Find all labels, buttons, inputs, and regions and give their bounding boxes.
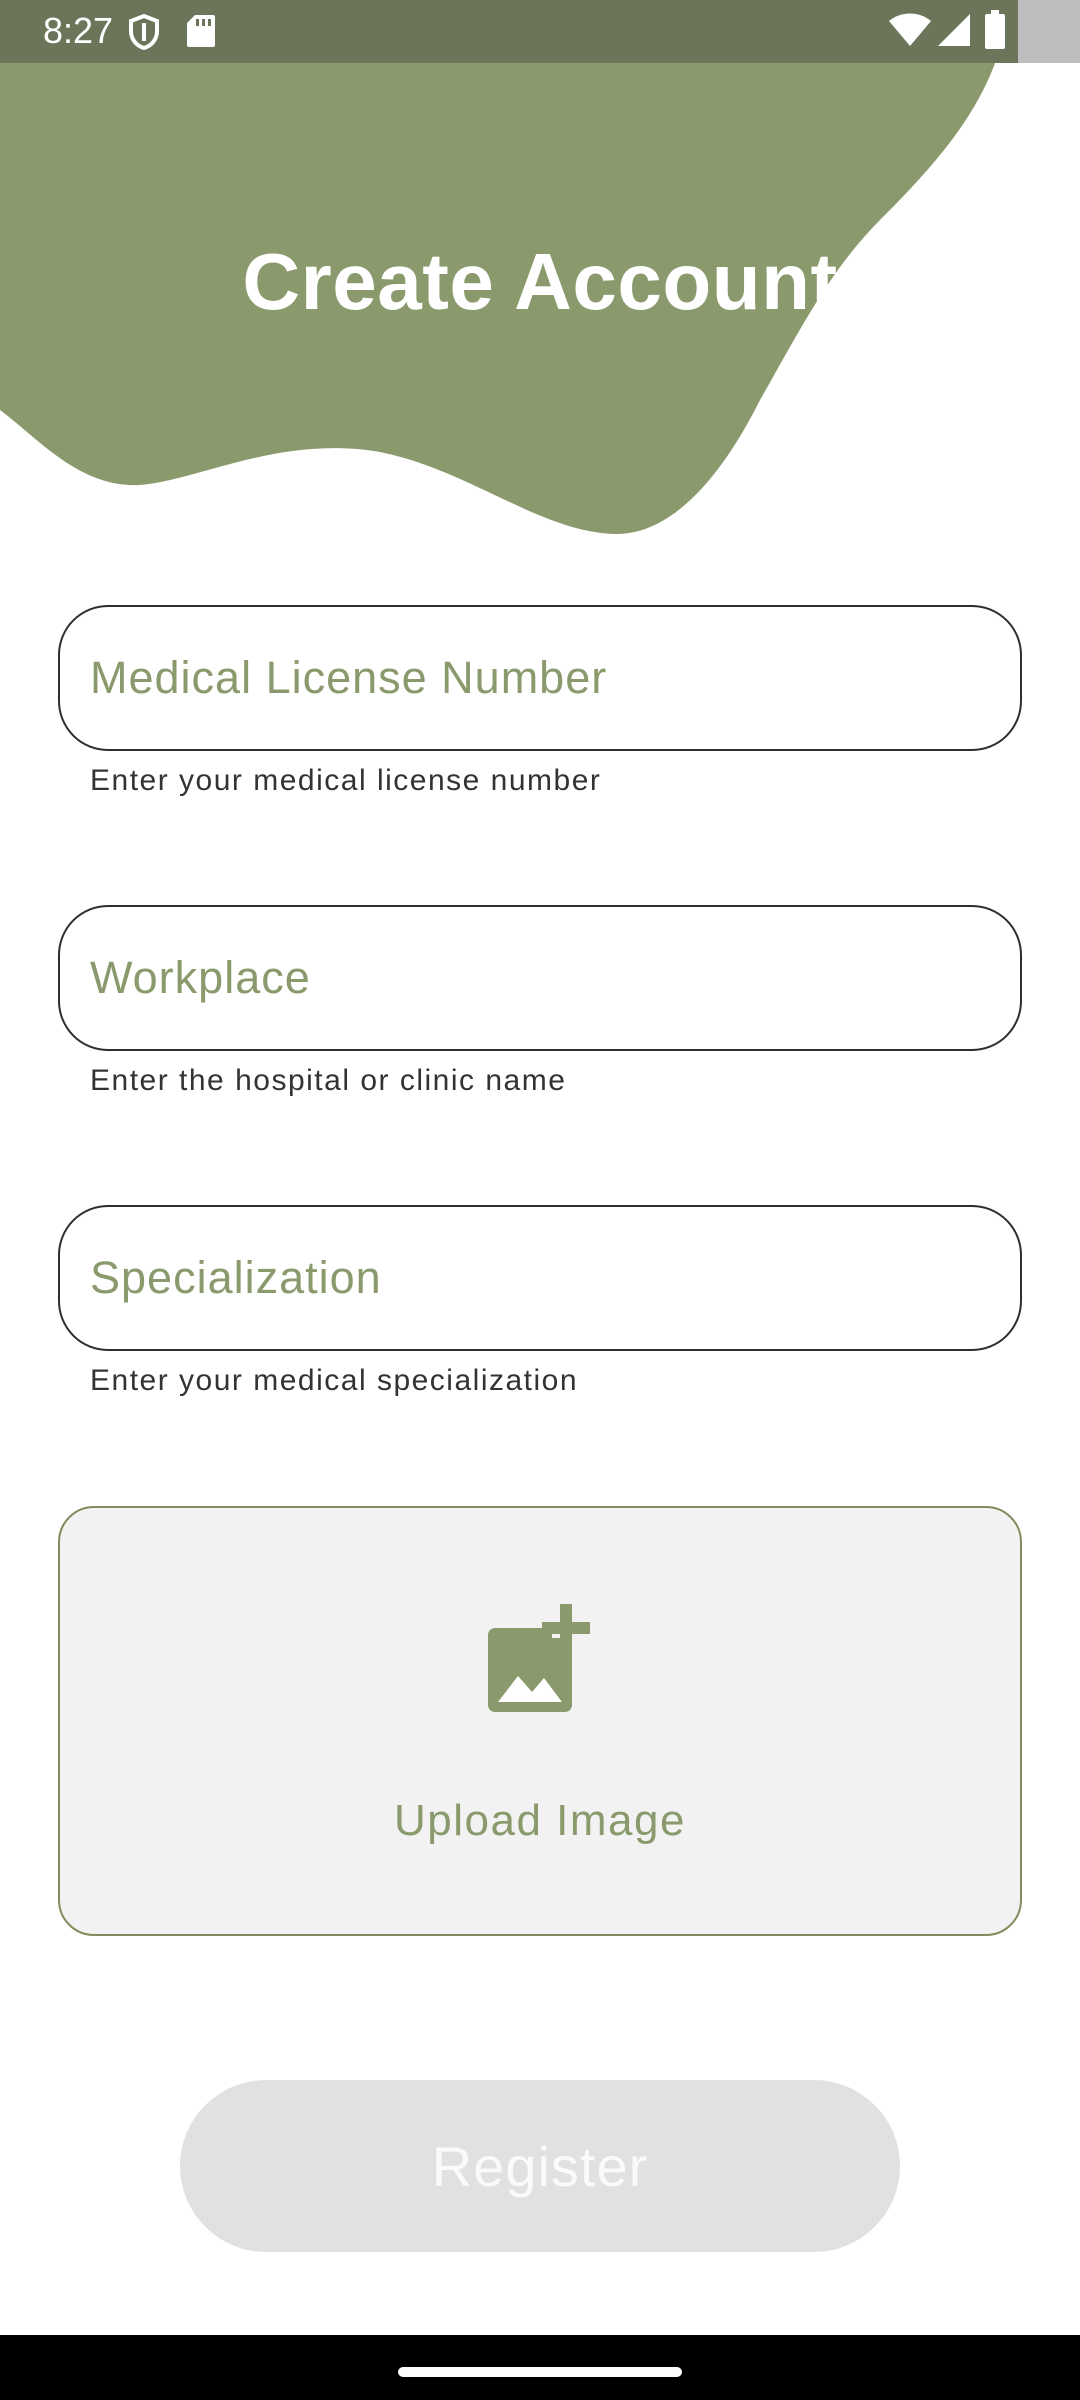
specialization-field[interactable]: Specialization (58, 1205, 1022, 1351)
navigation-bar (0, 2335, 1080, 2400)
status-time: 8:27 (43, 10, 114, 51)
wifi-icon (889, 13, 931, 46)
specialization-placeholder: Specialization (90, 1252, 382, 1303)
create-account-screen: Create Account 8:27 Medical License Numb… (0, 0, 1080, 2400)
cell-signal-icon (938, 14, 970, 46)
workplace-field[interactable]: Workplace (58, 905, 1022, 1051)
shield-icon (129, 14, 159, 50)
status-bar-edge (1018, 0, 1080, 63)
home-gesture-handle[interactable] (398, 2367, 682, 2377)
medical-license-field[interactable]: Medical License Number (58, 605, 1022, 751)
specialization-helper: Enter your medical specialization (90, 1364, 579, 1397)
battery-icon (985, 10, 1005, 49)
status-bar: 8:27 (0, 0, 1080, 63)
register-label: Register (431, 2134, 649, 2198)
upload-image-box[interactable]: Upload Image (58, 1506, 1022, 1936)
add-photo-icon (488, 1604, 590, 1712)
upload-image-label: Upload Image (394, 1796, 686, 1845)
workplace-helper: Enter the hospital or clinic name (90, 1064, 567, 1097)
workplace-placeholder: Workplace (90, 952, 311, 1003)
register-button[interactable]: Register (180, 2080, 900, 2252)
sd-card-icon (187, 15, 215, 47)
medical-license-placeholder: Medical License Number (90, 652, 608, 703)
page-title: Create Account (242, 237, 838, 326)
medical-license-helper: Enter your medical license number (90, 764, 602, 797)
